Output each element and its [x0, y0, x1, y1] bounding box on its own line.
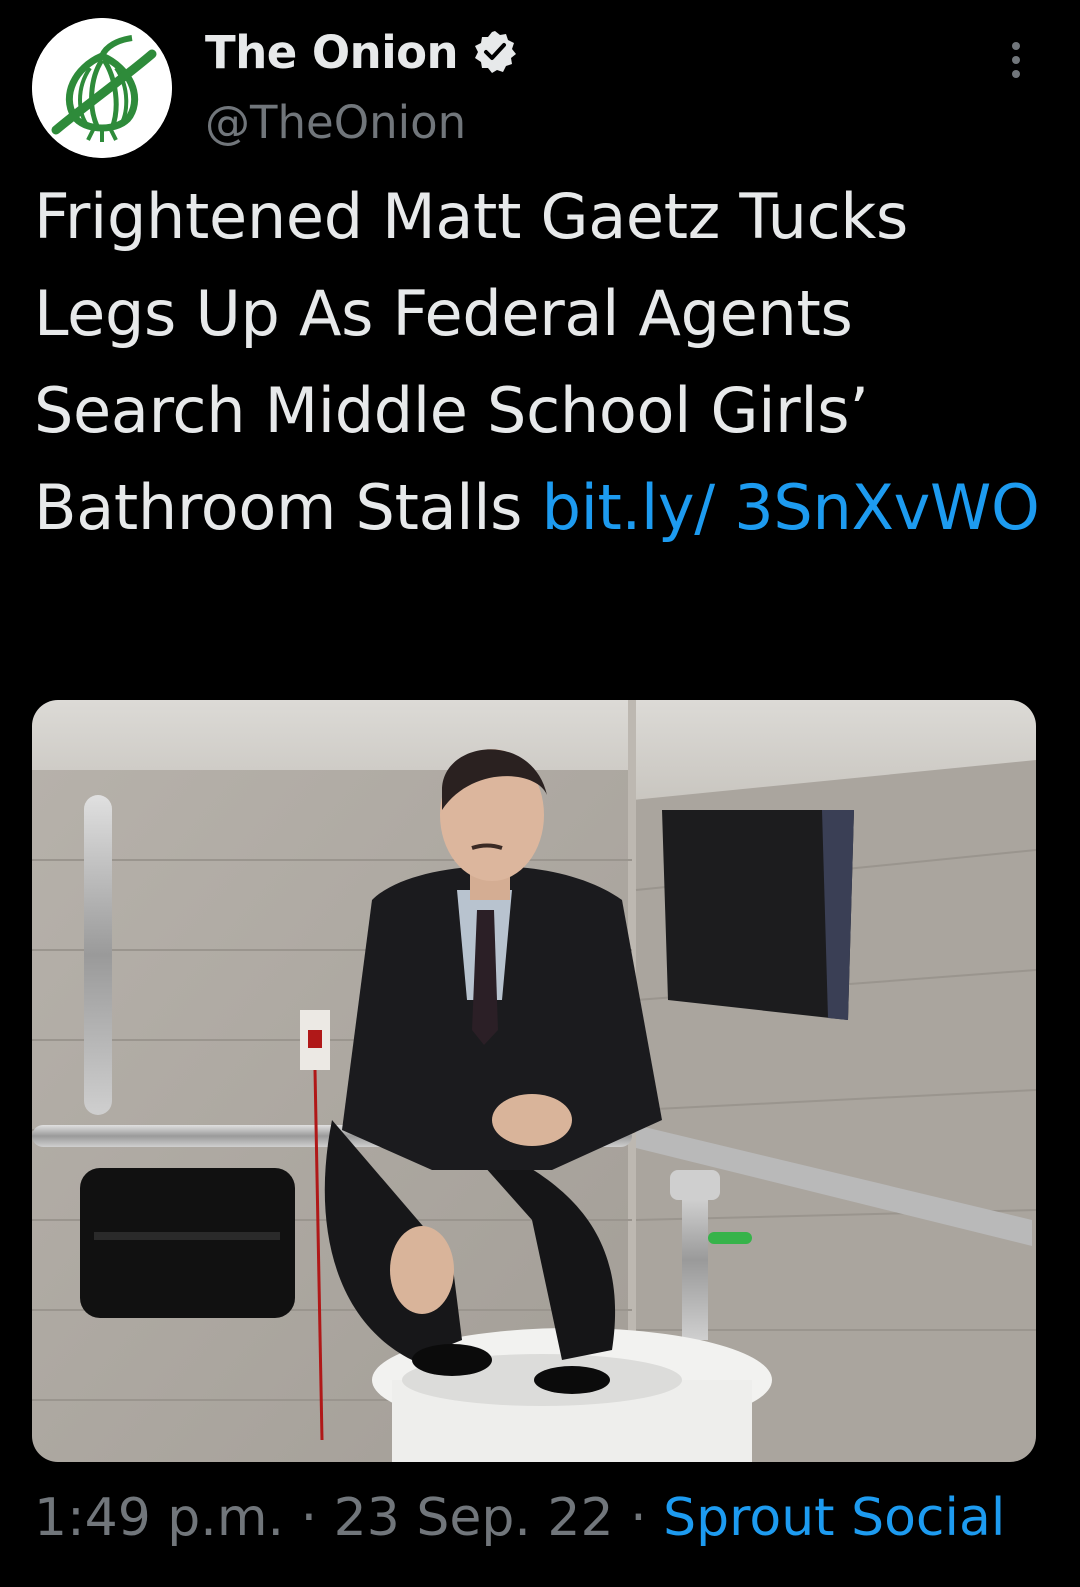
tweet-link[interactable]: bit.ly/ 3SnXvWO: [542, 471, 1040, 544]
name-row: The Onion: [205, 22, 518, 82]
onion-logo-icon: [32, 18, 172, 158]
account-handle[interactable]: @TheOnion: [205, 96, 466, 149]
verified-badge-icon: [472, 29, 518, 75]
tweet-meta: 1:49 p.m. · 23 Sep. 22 · Sprout Social: [34, 1488, 1005, 1548]
more-options-icon[interactable]: [996, 36, 1036, 84]
tweet-time[interactable]: 1:49 p.m.: [34, 1488, 284, 1548]
avatar[interactable]: [32, 18, 172, 158]
meta-separator: ·: [300, 1488, 318, 1548]
meta-separator: ·: [630, 1488, 647, 1548]
tweet-date[interactable]: 23 Sep. 22: [334, 1488, 614, 1548]
tweet-text: Frightened Matt Gaetz Tucks Legs Up As F…: [34, 168, 1044, 556]
display-name[interactable]: The Onion: [205, 26, 459, 79]
tweet-source-link[interactable]: Sprout Social: [663, 1488, 1005, 1548]
tweet-card: The Onion @TheOnion Frightened Matt Gaet…: [0, 0, 1080, 1587]
tweet-photo[interactable]: [32, 700, 1036, 1462]
